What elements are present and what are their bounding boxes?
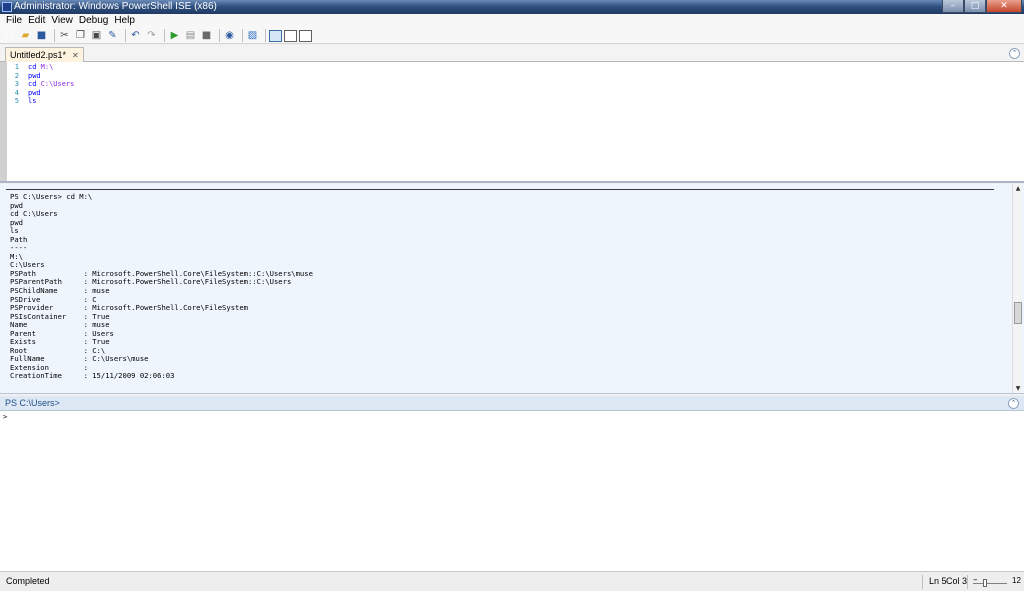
output-line: pwd — [10, 217, 23, 227]
output-line: M:\ — [10, 251, 23, 261]
script-code[interactable]: cd M:\ pwd cd C:\Users pwd ls — [28, 63, 74, 106]
status-separator — [967, 575, 968, 589]
powershell-icon[interactable]: ▨ — [246, 29, 259, 42]
code-line: cd M:\ — [28, 63, 74, 72]
toolbar: □ ▰ ■ ✂ ❐ ▣ ✎ ↶ ↷ ▶ ▤ ■ ◉ ▨ — [0, 28, 1024, 44]
command-prompt: PS C:\Users> — [5, 398, 60, 408]
line-indicator: Ln 5 — [929, 576, 947, 586]
new-icon[interactable]: □ — [3, 29, 16, 42]
zoom-level: 12 — [1012, 576, 1021, 585]
minimize-button[interactable]: – — [942, 0, 964, 13]
cut-icon[interactable]: ✂ — [58, 29, 71, 42]
stop-icon[interactable]: ■ — [200, 29, 213, 42]
tab-untitled2[interactable]: Untitled2.ps1* ✕ — [5, 47, 84, 62]
undo-icon[interactable]: ↶ — [129, 29, 142, 42]
code-command: ls — [28, 97, 37, 105]
close-button[interactable]: ✕ — [986, 0, 1022, 13]
toolbar-separator — [265, 29, 266, 42]
code-argument: M:\ — [36, 63, 54, 71]
code-line: pwd — [28, 72, 74, 81]
redo-icon[interactable]: ↷ — [145, 29, 158, 42]
command-pane-header: PS C:\Users> ⌃ — [0, 396, 1024, 411]
line-number: 2 — [14, 71, 19, 80]
output-divider — [6, 189, 994, 190]
menu-view[interactable]: View — [48, 14, 76, 28]
line-number: 3 — [14, 80, 19, 88]
line-number: 5 — [14, 97, 19, 105]
menu-debug[interactable]: Debug — [76, 14, 111, 28]
menu-file[interactable]: File — [3, 14, 25, 28]
output-line: Path — [10, 234, 28, 244]
scroll-thumb[interactable] — [1014, 302, 1022, 324]
line-numbers: 1 2 3 4 5 — [7, 62, 21, 181]
status-bar: Completed Ln 5 Col 3 – 12 — [0, 571, 1024, 591]
open-icon[interactable]: ▰ — [19, 29, 32, 42]
powershell-app-icon — [2, 2, 12, 12]
layout-right-icon[interactable] — [284, 29, 297, 42]
editor-gutter — [0, 62, 7, 181]
output-line: cd C:\Users — [10, 209, 58, 219]
run-selection-icon[interactable]: ▤ — [184, 29, 197, 42]
menu-help[interactable]: Help — [111, 14, 138, 28]
zoom-slider-thumb[interactable] — [983, 579, 987, 587]
script-editor[interactable]: 1 2 3 4 5 cd M:\ pwd cd C:\Users pwd ls — [0, 62, 1024, 183]
code-line: ls — [28, 97, 74, 106]
output-text: PS C:\Users> cd M:\ pwd cd C:\Users pwd ls Pa… — [10, 192, 313, 381]
tab-close-icon[interactable]: ✕ — [72, 51, 79, 60]
output-pane[interactable]: PS C:\Users> cd M:\ pwd cd C:\Users pwd ls Pa… — [0, 184, 1024, 394]
collapse-script-icon[interactable]: ⌃ — [1009, 48, 1020, 59]
output-line: CreationTime : 15/11/2009 02:06:03 — [10, 371, 175, 381]
clear-icon[interactable]: ✎ — [106, 29, 119, 42]
command-caret: > — [3, 413, 8, 421]
layout-top-icon[interactable] — [269, 29, 282, 42]
toolbar-separator — [125, 29, 126, 42]
status-separator — [922, 575, 923, 589]
zoom-slider[interactable] — [973, 583, 1007, 584]
collapse-command-icon[interactable]: ⌃ — [1008, 398, 1019, 409]
window-title: Administrator: Windows PowerShell ISE (x… — [14, 1, 217, 12]
output-scrollbar[interactable]: ▲ ▼ — [1012, 184, 1023, 393]
line-number: 1 — [14, 63, 19, 71]
remote-icon[interactable]: ◉ — [223, 29, 236, 42]
toolbar-separator — [164, 29, 165, 42]
scroll-down-icon[interactable]: ▼ — [1013, 384, 1023, 393]
save-icon[interactable]: ■ — [35, 29, 48, 42]
window-controls: – □ ✕ — [942, 0, 1022, 13]
toolbar-separator — [242, 29, 243, 42]
column-indicator: Col 3 — [946, 576, 968, 586]
command-input[interactable]: > — [0, 411, 1024, 571]
scroll-up-icon[interactable]: ▲ — [1013, 184, 1023, 194]
menu-bar: File Edit View Debug Help — [0, 14, 1024, 28]
status-text: Completed — [6, 576, 50, 586]
code-line: cd C:\Users — [28, 80, 74, 89]
toolbar-separator — [219, 29, 220, 42]
maximize-button[interactable]: □ — [964, 0, 986, 13]
code-argument: C:\Users — [36, 80, 75, 88]
code-line: pwd — [28, 89, 74, 98]
code-command: pwd — [28, 88, 41, 97]
layout-max-icon[interactable] — [299, 29, 312, 42]
line-number: 4 — [14, 88, 19, 97]
menu-edit[interactable]: Edit — [25, 14, 48, 28]
tab-label: Untitled2.ps1* — [10, 50, 67, 60]
toolbar-separator — [54, 29, 55, 42]
title-bar: Administrator: Windows PowerShell ISE (x… — [0, 0, 1024, 14]
output-line: PS C:\Users> cd M:\ — [10, 192, 93, 201]
output-line: ls — [10, 226, 19, 236]
paste-icon[interactable]: ▣ — [90, 29, 103, 42]
copy-icon[interactable]: ❐ — [74, 29, 87, 42]
output-line: ---- — [10, 243, 28, 253]
script-tab-strip: Untitled2.ps1* ✕ ⌃ — [0, 45, 1024, 62]
run-icon[interactable]: ▶ — [168, 29, 181, 42]
code-command: pwd — [28, 71, 41, 80]
